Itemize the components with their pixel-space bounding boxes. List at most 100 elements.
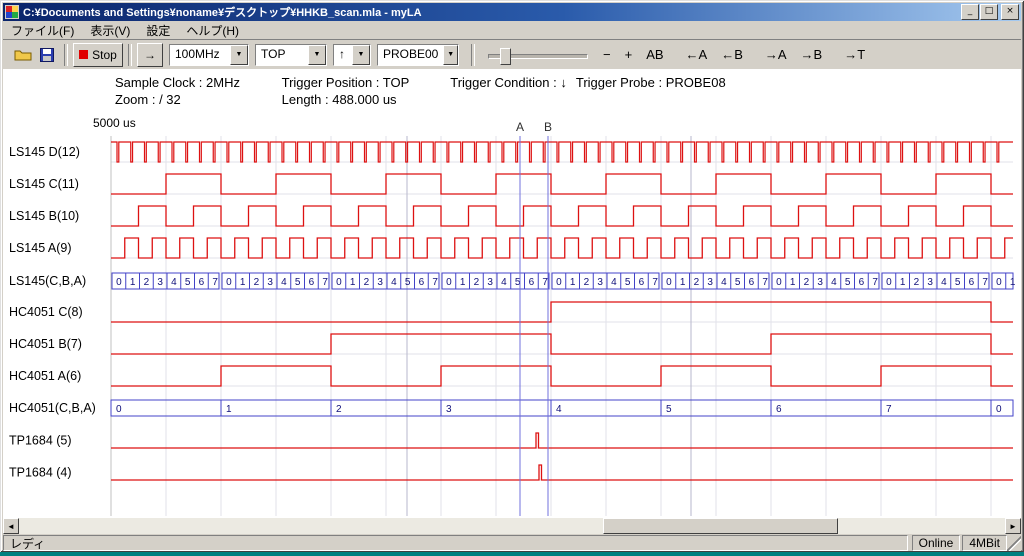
bus-value: 3 xyxy=(157,277,163,288)
run-button[interactable]: → xyxy=(137,43,163,67)
flat-wave xyxy=(111,465,1013,480)
bus-value: 2 xyxy=(144,277,150,288)
bus-value: 4 xyxy=(721,277,727,288)
bus-value: 2 xyxy=(584,277,590,288)
dropdown-arrow-icon[interactable]: ▼ xyxy=(308,45,326,65)
goto-trigger-button[interactable]: →T xyxy=(837,44,872,65)
sample-clock-info: Sample Clock : 2MHz xyxy=(115,75,278,90)
maximize-button[interactable]: □ xyxy=(980,4,998,20)
stop-button[interactable]: Stop xyxy=(73,43,123,67)
channel-label: LS145(C,B,A) xyxy=(9,274,86,288)
bus-value: 6 xyxy=(529,277,535,288)
run-arrow-icon: → xyxy=(144,48,156,62)
scroll-left-icon[interactable]: ◄ xyxy=(3,518,19,534)
bus-value: 5 xyxy=(295,277,301,288)
bus-value: 1 xyxy=(680,277,686,288)
channel-label: LS145 B(10) xyxy=(9,209,79,223)
bus-value: 4 xyxy=(501,277,507,288)
trigger-position-value: TOP xyxy=(256,45,308,65)
bus-value: 5 xyxy=(666,404,672,415)
bus-value: 4 xyxy=(941,277,947,288)
bus-value: 5 xyxy=(185,277,191,288)
app-window: C:¥Documents and Settings¥noname¥デスクトップ¥… xyxy=(0,0,1024,552)
signal-wave xyxy=(111,334,1013,354)
menu-settings[interactable]: 設定 xyxy=(138,20,178,41)
toolbar-separator xyxy=(471,44,475,66)
channel-label: LS145 C(11) xyxy=(9,177,79,191)
channel-label: TP1684 (4) xyxy=(9,466,72,480)
zoom-in-button[interactable]: + xyxy=(618,44,640,65)
channel-label: LS145 D(12) xyxy=(9,145,80,159)
bus-value: 4 xyxy=(171,277,177,288)
close-button[interactable]: × xyxy=(1001,4,1019,20)
bus-value: 5 xyxy=(625,277,631,288)
horizontal-scrollbar[interactable]: ◄ ► xyxy=(3,518,1021,534)
bus-value: 2 xyxy=(694,277,700,288)
bus-value: 0 xyxy=(116,277,122,288)
bus-value: 6 xyxy=(309,277,315,288)
toolbar-separator xyxy=(64,44,68,66)
bus-value: 3 xyxy=(707,277,713,288)
bus-value: 4 xyxy=(391,277,397,288)
goto-marker-b-right-button[interactable]: →B xyxy=(794,44,830,65)
trigger-position-select[interactable]: TOP ▼ xyxy=(255,44,327,66)
bus-value: 7 xyxy=(872,277,878,288)
goto-marker-b-left-button[interactable]: ←B xyxy=(714,44,750,65)
bus-value: 2 xyxy=(254,277,260,288)
bus-value: 5 xyxy=(845,277,851,288)
bus-value: 6 xyxy=(419,277,425,288)
scrollbar-thumb[interactable] xyxy=(603,518,838,534)
resize-grip[interactable] xyxy=(1007,535,1021,551)
save-file-button[interactable] xyxy=(35,44,59,66)
bus-value: 6 xyxy=(639,277,645,288)
waveform-plot[interactable]: 5000 us LS145 D(12) LS145 C(11) LS145 B(10)… xyxy=(3,113,1021,518)
signal-wave xyxy=(111,206,1013,226)
dropdown-arrow-icon[interactable]: ▼ xyxy=(230,45,248,65)
bus-value: 1 xyxy=(226,404,232,415)
menu-help[interactable]: ヘルプ(H) xyxy=(178,20,247,41)
bus-value: 3 xyxy=(597,277,603,288)
menu-file[interactable]: ファイル(F) xyxy=(3,20,82,41)
menu-view[interactable]: 表示(V) xyxy=(82,20,138,41)
bus-value: 2 xyxy=(804,277,810,288)
trigger-position-info: Trigger Position : TOP xyxy=(282,75,447,90)
signal-wave xyxy=(111,238,1013,258)
info-line-1: Sample Clock : 2MHz Trigger Position : T… xyxy=(115,75,726,90)
bus-value: 3 xyxy=(377,277,383,288)
bus-value: 2 xyxy=(914,277,920,288)
bus-value: 1 xyxy=(130,277,136,288)
bus-value: 6 xyxy=(199,277,205,288)
zoom-out-button[interactable]: − xyxy=(596,44,618,65)
open-file-button[interactable] xyxy=(11,44,35,66)
app-icon xyxy=(5,5,19,19)
bus-value: 0 xyxy=(776,277,782,288)
window-title: C:¥Documents and Settings¥noname¥デスクトップ¥… xyxy=(23,4,960,20)
stop-icon xyxy=(79,50,88,59)
status-online: Online xyxy=(912,535,961,551)
zoom-slider[interactable] xyxy=(488,46,588,64)
sample-clock-select[interactable]: 100MHz ▼ xyxy=(169,44,249,66)
bus-value: 0 xyxy=(556,277,562,288)
ab-range-button[interactable]: AB xyxy=(639,44,670,65)
dropdown-arrow-icon[interactable]: ▼ xyxy=(352,45,370,65)
channel-label: HC4051 C(8) xyxy=(9,305,83,319)
trigger-probe-select[interactable]: PROBE00 ▼ xyxy=(377,44,459,66)
bus-value: 1 xyxy=(900,277,906,288)
bus-value: 0 xyxy=(226,277,232,288)
goto-marker-a-left-button[interactable]: ←A xyxy=(679,44,715,65)
timebase-label: 5000 us xyxy=(93,116,136,130)
bus-value: 4 xyxy=(281,277,287,288)
goto-marker-a-right-button[interactable]: →A xyxy=(758,44,794,65)
channel-label: HC4051(C,B,A) xyxy=(9,401,96,415)
bus-value: 4 xyxy=(556,404,562,415)
bus-value: 5 xyxy=(405,277,411,288)
bus-value: 7 xyxy=(542,277,548,288)
toolbar-separator xyxy=(128,44,132,66)
bus-value: 7 xyxy=(762,277,768,288)
dropdown-arrow-icon[interactable]: ▼ xyxy=(443,45,458,65)
scroll-right-icon[interactable]: ► xyxy=(1005,518,1021,534)
minimize-button[interactable]: _ xyxy=(961,4,979,20)
zoom-slider-thumb[interactable] xyxy=(500,48,511,65)
trigger-edge-select[interactable]: ↑ ▼ xyxy=(333,44,371,66)
channel-label: LS145 A(9) xyxy=(9,241,72,255)
